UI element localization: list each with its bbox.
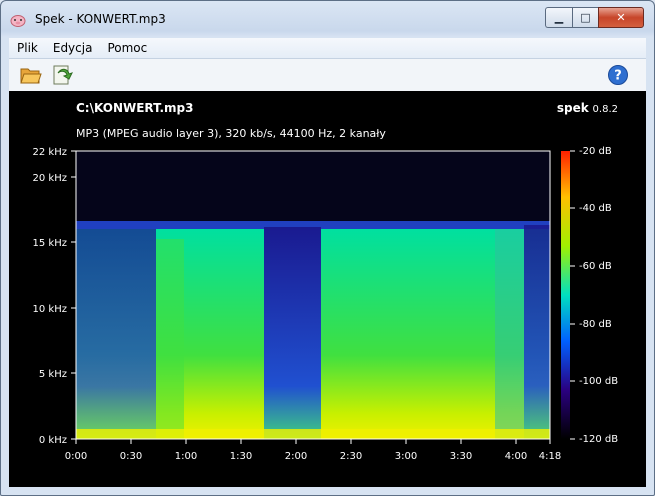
time-tick: 0:00 xyxy=(65,451,87,462)
minimize-button[interactable]: ▁ xyxy=(545,7,572,28)
db-colorbar: -20 dB -40 dB -60 dB -80 dB -100 dB -120… xyxy=(561,146,618,445)
time-tick: 0:30 xyxy=(120,451,142,462)
freq-tick: 10 kHz xyxy=(33,304,67,315)
freq-tick: 15 kHz xyxy=(33,238,67,249)
toolbar: ? xyxy=(9,59,646,91)
time-tick: 1:00 xyxy=(175,451,197,462)
time-tick: 3:00 xyxy=(395,451,417,462)
freq-tick: 22 kHz xyxy=(33,147,67,158)
menu-edycja[interactable]: Edycja xyxy=(45,41,100,55)
time-tick: 4:00 xyxy=(505,451,527,462)
window-title: Spek - KONWERT.mp3 xyxy=(35,12,166,26)
help-icon: ? xyxy=(608,65,628,85)
colorbar-gradient xyxy=(561,151,570,439)
time-tick: 2:00 xyxy=(285,451,307,462)
open-file-button[interactable] xyxy=(18,63,44,87)
db-tick: -80 dB xyxy=(579,319,612,330)
title-bar[interactable]: Spek - KONWERT.mp3 ▁ □ ✕ xyxy=(1,1,654,37)
help-button[interactable]: ? xyxy=(605,63,631,87)
outro-quiet-region xyxy=(524,225,550,439)
db-tick: -60 dB xyxy=(579,261,612,272)
spectrogram-panel: C:\KONWERT.mp3 MP3 (MPEG audio layer 3),… xyxy=(9,91,646,487)
db-tick: -120 dB xyxy=(579,434,618,445)
db-tick: -20 dB xyxy=(579,146,612,157)
svg-text:?: ? xyxy=(614,69,622,84)
freq-tick: 5 kHz xyxy=(39,369,67,380)
maximize-button[interactable]: □ xyxy=(572,7,598,28)
save-icon xyxy=(53,65,73,85)
pig-icon xyxy=(10,15,26,27)
spek-window: Spek - KONWERT.mp3 ▁ □ ✕ Plik Edycja Pom… xyxy=(0,0,655,496)
time-tick: 1:30 xyxy=(230,451,252,462)
intro-ramp xyxy=(156,239,184,439)
window-controls: ▁ □ ✕ xyxy=(545,7,644,28)
time-tick: 3:30 xyxy=(450,451,472,462)
menu-pomoc[interactable]: Pomoc xyxy=(99,41,154,55)
menu-bar: Plik Edycja Pomoc xyxy=(9,38,646,59)
freq-tick: 0 kHz xyxy=(39,435,67,446)
folder-open-icon xyxy=(20,68,42,84)
low-freq-band xyxy=(76,429,550,439)
menu-plik[interactable]: Plik xyxy=(9,41,45,55)
close-button[interactable]: ✕ xyxy=(598,7,644,28)
freq-axis: 22 kHz 20 kHz 15 kHz 10 kHz 5 kHz 0 kHz xyxy=(33,147,76,446)
freq-tick: 20 kHz xyxy=(33,173,67,184)
save-button[interactable] xyxy=(49,63,75,87)
break-region xyxy=(264,227,321,439)
db-tick: -100 dB xyxy=(579,376,618,387)
time-axis: 0:00 0:30 1:00 1:30 2:00 2:30 3:00 3:30 … xyxy=(65,439,561,462)
time-tick: 4:18 xyxy=(539,451,561,462)
time-tick: 2:30 xyxy=(340,451,362,462)
spectrogram-chart: 22 kHz 20 kHz 15 kHz 10 kHz 5 kHz 0 kHz xyxy=(33,146,619,462)
intro-quiet-region xyxy=(76,229,156,439)
db-tick: -40 dB xyxy=(579,203,612,214)
